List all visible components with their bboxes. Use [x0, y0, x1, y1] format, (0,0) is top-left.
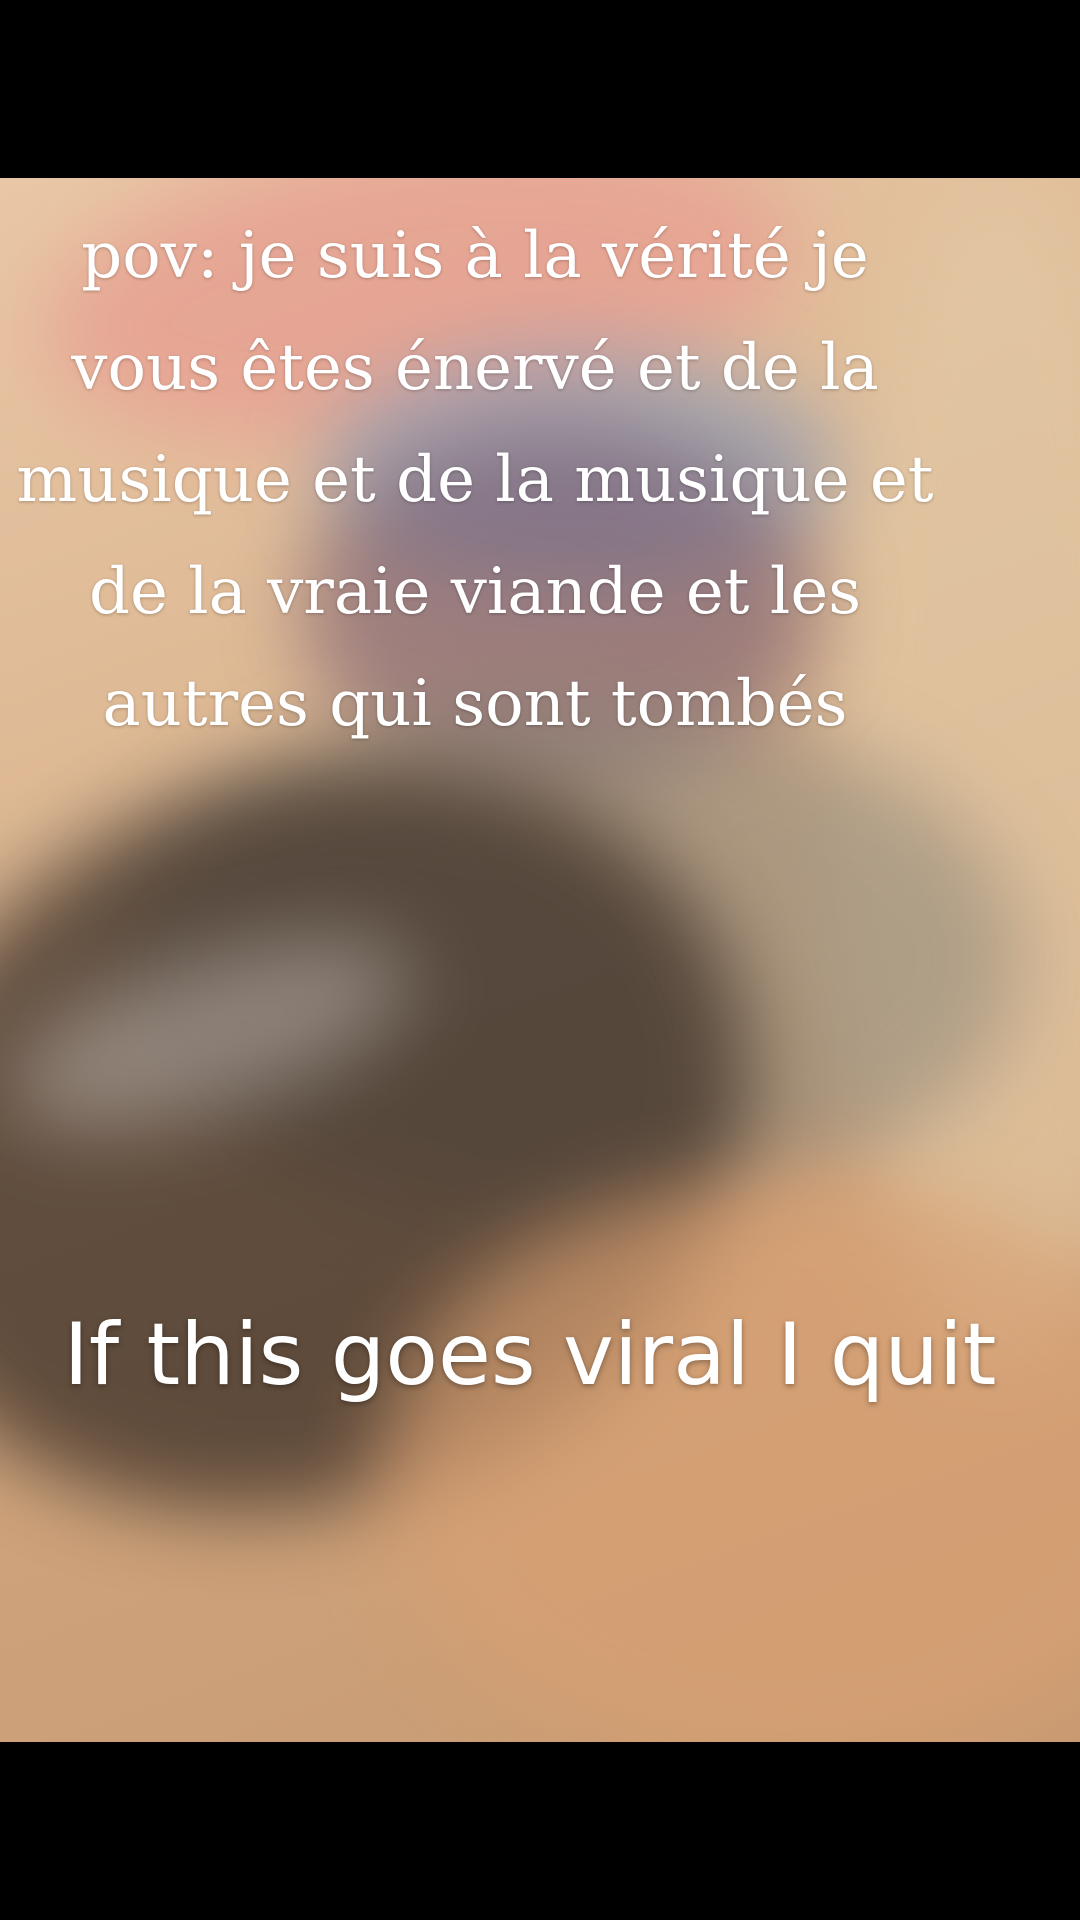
letterbox-bottom — [0, 1742, 1080, 1920]
letterbox-top — [0, 0, 1080, 178]
caption-top-text: pov: je suis à la vérité je vous êtes én… — [16, 219, 934, 741]
caption-bottom-text: If this goes viral I quit — [63, 1305, 997, 1405]
video-frame: pov: je suis à la vérité je vous êtes én… — [0, 0, 1080, 1920]
